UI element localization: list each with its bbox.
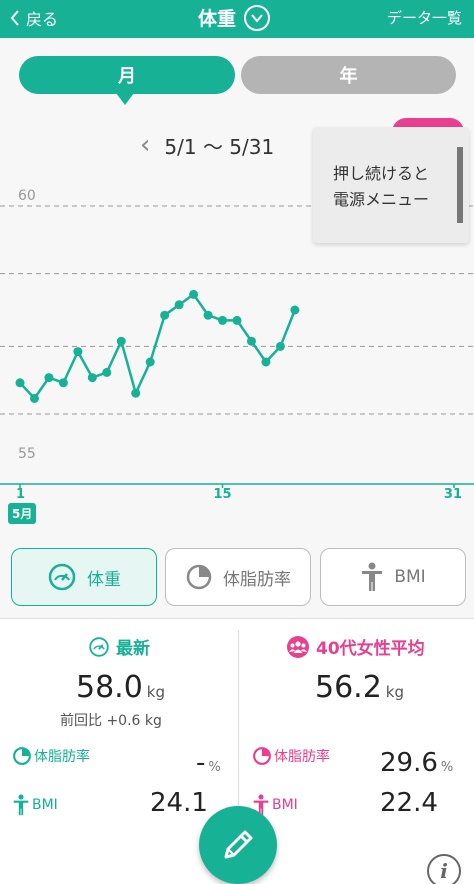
person-icon: [362, 562, 383, 591]
weight-data-point: [15, 378, 25, 388]
weight-data-point: [73, 347, 83, 357]
metric-weight-label: 体重: [87, 569, 121, 590]
weight-data-point: [218, 315, 228, 325]
weight-data-point: [102, 367, 112, 377]
latest-bmi-label: BMI: [12, 794, 58, 816]
latest-fat-number: -: [196, 748, 206, 778]
page-title[interactable]: 体重: [198, 4, 271, 31]
weight-data-point: [116, 336, 126, 346]
tooltip-line-2: 電源メニュー: [333, 190, 430, 209]
average-weight-unit: kg: [385, 683, 405, 701]
latest-weight: 58.0 kg: [76, 670, 165, 705]
average-title: 40代女性平均: [316, 639, 425, 659]
pie-chart-icon: [13, 747, 31, 765]
weight-data-point: [174, 300, 184, 310]
info-icon[interactable]: i: [427, 854, 461, 884]
tooltip-line-1: 押し続けると: [333, 164, 430, 183]
average-bmi-value: 22.4: [380, 788, 438, 818]
average-fat-unit: %: [440, 760, 454, 775]
average-fat-number: 29.6: [380, 748, 438, 778]
power-menu-tooltip: 押し続けると 電源メニュー: [313, 127, 469, 243]
latest-bmi-label-text: BMI: [32, 797, 58, 813]
back-button[interactable]: 戻る: [10, 6, 58, 30]
weight-data-point: [145, 357, 155, 367]
weight-data-point: [246, 336, 256, 346]
average-weight: 56.2 kg: [315, 670, 404, 705]
weight-data-point: [29, 393, 39, 403]
latest-fat-label-text: 体脂肪率: [34, 749, 90, 765]
average-heading: 40代女性平均: [286, 634, 425, 659]
tab-year[interactable]: 年: [241, 56, 456, 94]
y-tick-label: 60: [18, 188, 36, 204]
top-bar: 戻る 体重 データ一覧: [0, 0, 474, 38]
weight-data-point: [87, 373, 97, 383]
weight-data-point: [232, 315, 242, 325]
pie-chart-icon: [186, 564, 212, 590]
weight-data-point: [203, 310, 213, 320]
average-weight-value: 56.2: [315, 670, 382, 705]
y-tick-label: 55: [18, 446, 36, 462]
add-record-button[interactable]: [199, 806, 277, 884]
tooltip-scroll-indicator: [457, 147, 463, 223]
weight-data-point: [261, 357, 271, 367]
latest-weight-value: 58.0: [76, 670, 143, 705]
page-title-text: 体重: [198, 8, 237, 30]
chevron-left-icon: [10, 10, 19, 26]
latest-title: 最新: [116, 639, 150, 659]
metric-body-fat-label: 体脂肪率: [223, 569, 291, 590]
tab-pointer: [116, 93, 134, 105]
weight-data-point: [58, 378, 68, 388]
weight-data-point: [189, 289, 199, 299]
average-fat-label: 体脂肪率: [252, 746, 330, 766]
weight-data-point: [44, 373, 54, 383]
x-tick-label: 1: [16, 487, 25, 502]
chevron-down-icon[interactable]: [244, 4, 271, 31]
latest-fat-unit: %: [208, 760, 221, 775]
average-fat-value: 29.6%: [380, 748, 453, 778]
tab-month[interactable]: 月: [19, 56, 235, 94]
data-list-link[interactable]: データ一覧: [387, 7, 462, 28]
group-icon: [287, 635, 309, 658]
x-tick-label: 15: [213, 487, 231, 502]
average-fat-label-text: 体脂肪率: [274, 749, 330, 765]
pie-chart-icon: [253, 747, 271, 765]
month-badge: 5月: [8, 503, 37, 524]
person-icon: [13, 794, 29, 816]
latest-heading: 最新: [88, 634, 150, 659]
weight-data-point: [131, 388, 141, 398]
average-bmi-label-text: BMI: [272, 797, 298, 813]
x-tick-label: 31: [444, 487, 462, 502]
metric-weight-button[interactable]: 体重: [11, 548, 157, 606]
metric-bmi-label: BMI: [394, 567, 426, 587]
latest-fat-value: -%: [196, 748, 221, 778]
weight-data-point: [290, 305, 300, 315]
speedometer-icon: [89, 636, 109, 657]
previous-comparison: 前回比 +0.6 kg: [60, 713, 162, 729]
metric-body-fat-button[interactable]: 体脂肪率: [165, 548, 311, 606]
pencil-icon: [224, 830, 253, 859]
latest-bmi-value: 24.1: [150, 788, 208, 818]
back-label: 戻る: [26, 10, 59, 29]
speedometer-icon: [48, 563, 76, 591]
weight-data-point: [275, 341, 285, 351]
latest-weight-unit: kg: [146, 683, 166, 701]
latest-fat-label: 体脂肪率: [12, 746, 90, 766]
weight-data-point: [160, 310, 170, 320]
metric-bmi-button[interactable]: BMI: [320, 548, 466, 606]
